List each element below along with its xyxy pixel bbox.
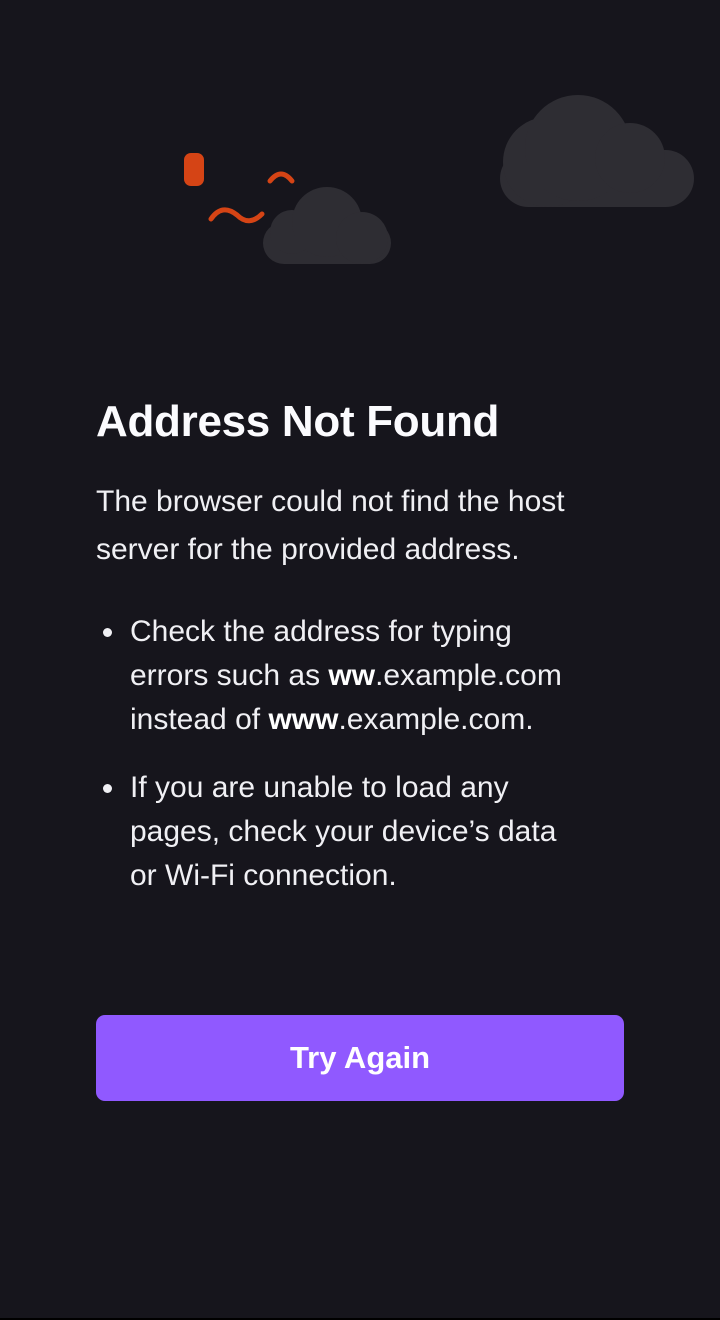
large-cloud-icon [500, 95, 694, 207]
error-content: Address Not Found The browser could not … [96, 392, 624, 898]
tip-example-wrong-prefix: ww [328, 659, 376, 692]
tip-item-typing-errors: Check the address for typing errors such… [96, 610, 570, 742]
tip-example-correct-prefix: www [268, 703, 339, 736]
small-cloud-icon [263, 187, 391, 264]
error-illustration [184, 95, 694, 264]
page-title: Address Not Found [96, 397, 500, 446]
tips-list: Check the address for typing errors such… [96, 610, 624, 898]
try-again-button[interactable]: Try Again [96, 1015, 624, 1101]
bullet-icon [103, 784, 112, 793]
bullet-icon [103, 628, 112, 637]
broken-connection-icon [184, 153, 295, 224]
error-description: The browser could not find the host serv… [96, 485, 565, 566]
tip-text: If you are unable to load any pages, che… [130, 771, 557, 892]
tip-text-end: .example.com. [338, 703, 534, 736]
tip-item-connection: If you are unable to load any pages, che… [96, 766, 570, 898]
